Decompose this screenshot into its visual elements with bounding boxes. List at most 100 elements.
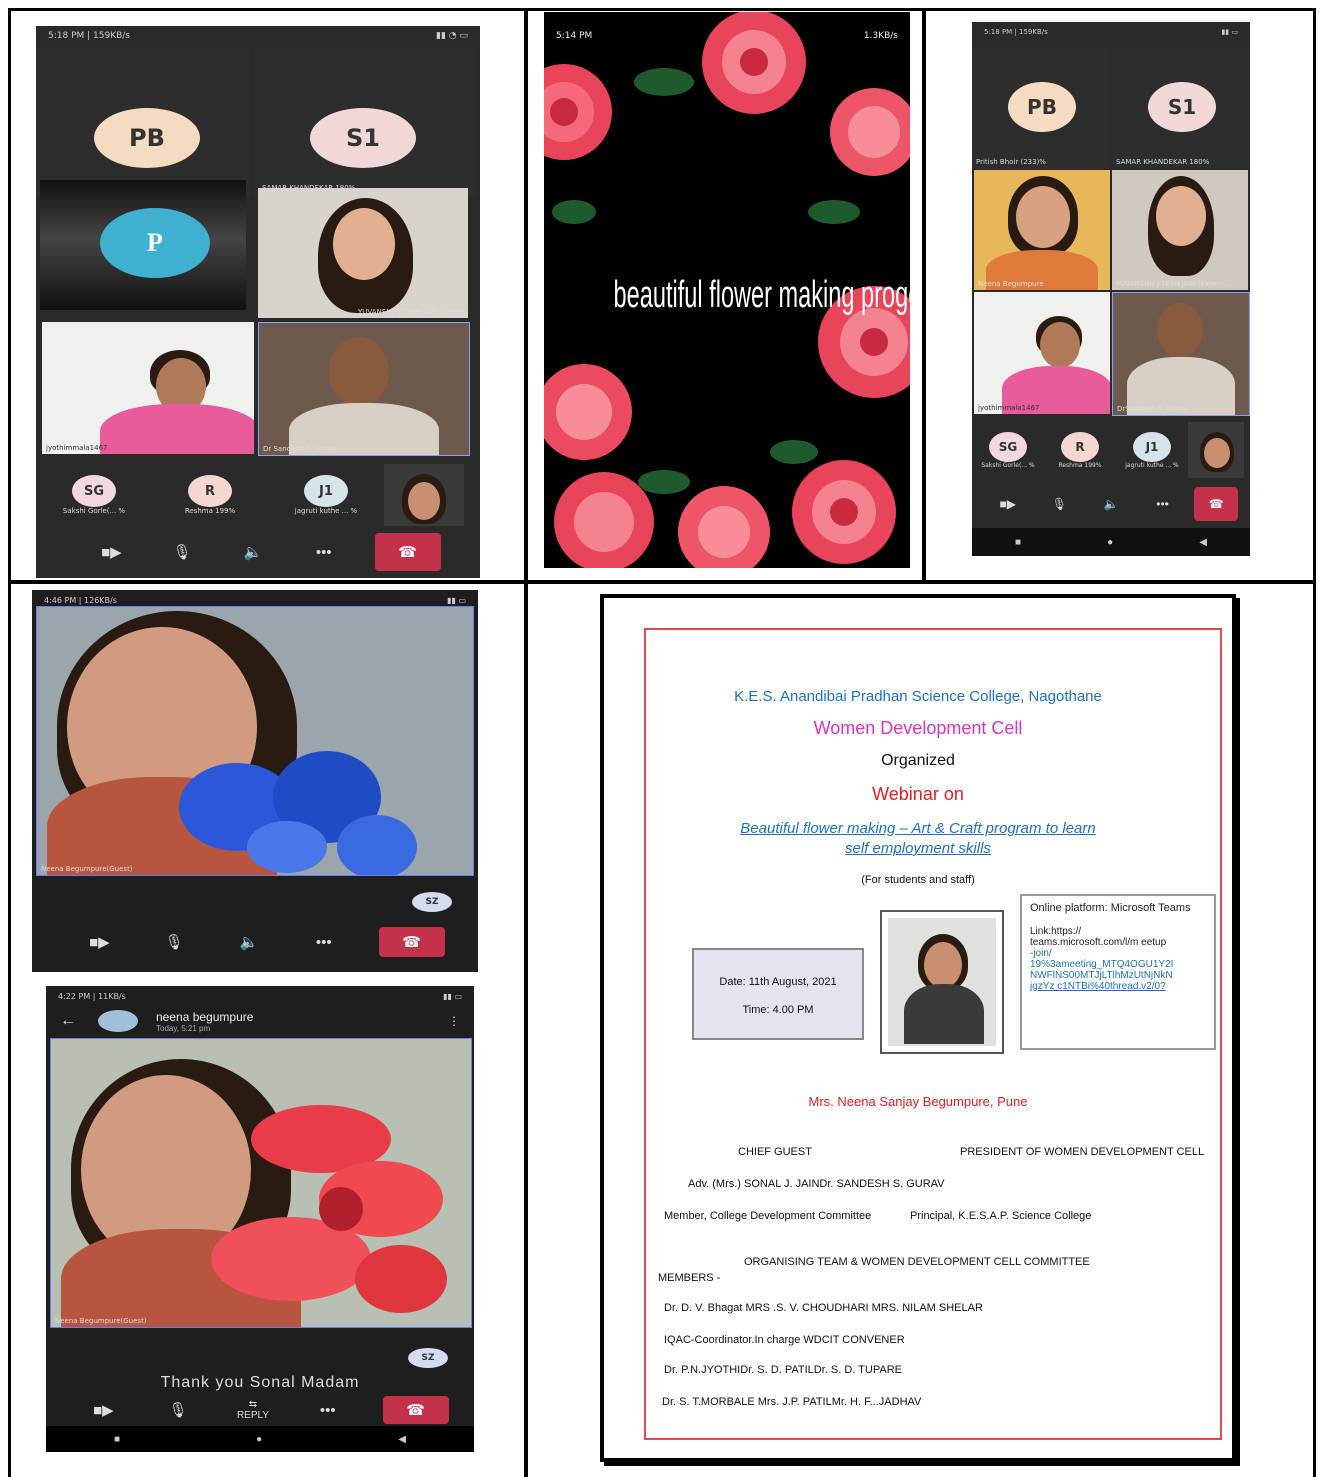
participant-tile-pb[interactable]: PB Pritish Bhoir (233)% [972, 48, 1110, 168]
blue-balloon-flower [179, 751, 417, 875]
back-icon[interactable]: ◀ [398, 1434, 406, 1445]
avatar: J1 [1133, 431, 1171, 462]
hang-up-button[interactable]: ☎ [374, 533, 441, 571]
link-line[interactable]: 19%3ameeting_MTQ4OGU1Y2I [1030, 959, 1208, 970]
organized-label: Organized [881, 752, 955, 769]
reply-button[interactable]: ⇆ REPLY [233, 1395, 273, 1425]
participant-name: Neena Begumpure(Guest) [55, 1317, 147, 1325]
grid-border-top [8, 8, 1316, 11]
camera-off-icon[interactable]: ■▶ [83, 1395, 123, 1425]
status-bar: 5:18 PM | 159KB/s ▮▮ ◔ ▭ [36, 26, 480, 46]
microphone-icon[interactable]: 🎙 [162, 537, 202, 567]
more-options-icon[interactable]: ••• [304, 537, 344, 567]
speaker-icon[interactable]: 🔈 [233, 537, 273, 567]
participant-name: jagruti kuthe ... % [1125, 461, 1179, 469]
status-time: 4:46 PM | 126KB/s [44, 595, 117, 605]
grid-border-left [8, 8, 11, 1477]
participant-tile-s1[interactable]: S1 SAMAR KHANDEKAR 180% [1112, 48, 1250, 168]
avatar: S1 [310, 108, 416, 168]
hang-up-button[interactable]: ☎ [1194, 487, 1239, 521]
webinar-poster: K.E.S. Anandibai Pradhan Science College… [600, 594, 1236, 1462]
participant-j1[interactable]: J1 jagruti kuthe ... % [1116, 431, 1188, 469]
participant-tile-pb[interactable]: PB [36, 48, 250, 198]
call-controls: ■▶ 🎙 ⇆ REPLY ••• ☎ [66, 1394, 466, 1426]
video-tile-neena-main[interactable]: Neena Begumpure(Guest) [50, 1038, 472, 1328]
participant-sg[interactable]: SG Sakshi Gorle(... % [972, 431, 1044, 469]
camera-icon[interactable]: ■▶ [988, 489, 1028, 519]
platform-box: Online platform: Microsoft Teams Link:ht… [1020, 894, 1216, 1050]
member-line: Dr. D. V. Bhagat MRS .S. V. CHOUDHARI MR… [664, 1302, 983, 1314]
grid-row-divider [8, 580, 1316, 584]
self-avatar[interactable]: SZ [408, 1348, 448, 1368]
participant-tile-s1[interactable]: S1 SAMAR KHANDEKAR 180% [254, 48, 476, 198]
self-view-tile[interactable]: P [40, 180, 246, 310]
video-tile-yuvanshu[interactable]: YUVANSHU JITESH JAIN (Extern... [258, 188, 468, 318]
webinar-label: Webinar on [872, 784, 964, 804]
platform-text: Online platform: Microsoft Teams [1030, 902, 1191, 914]
recent-apps-icon[interactable]: ■ [1015, 537, 1021, 548]
video-tile-neena[interactable]: Neena Begumpure [974, 170, 1110, 290]
more-options-icon[interactable]: ••• [308, 1395, 348, 1425]
speaker-icon[interactable]: 🔈 [1091, 489, 1131, 519]
avatar: PB [1008, 82, 1076, 132]
recent-apps-icon[interactable]: ■ [114, 1434, 120, 1445]
link-line[interactable]: -join/ [1030, 948, 1208, 959]
microphone-off-icon[interactable]: 🎙 [158, 1395, 198, 1425]
status-icons: ▮▮ ▭ [1221, 28, 1238, 36]
link-line: teams.microsoft.com/l/m eetup [1030, 937, 1167, 948]
red-paper-flower [211, 1105, 447, 1313]
participant-strip: SG Sakshi Gorle(... % R Reshma 199% J1 j… [972, 422, 1250, 478]
camera-off-icon[interactable]: ■▶ [79, 927, 119, 957]
more-options-icon[interactable]: ••• [304, 927, 344, 957]
home-icon[interactable]: ● [1107, 537, 1113, 548]
teams-call-screen-1: 5:18 PM | 159KB/s ▮▮ ◔ ▭ PB S1 SAMAR KHAN… [36, 26, 480, 578]
college-name: K.E.S. Anandibai Pradhan Science College… [734, 688, 1102, 705]
hang-up-button[interactable]: ☎ [378, 927, 445, 957]
avatar: SG [989, 431, 1027, 462]
participant-name: Sakshi Gorle(... % [62, 507, 126, 515]
participant-name: Sakshi Gorle(... % [981, 461, 1035, 469]
link-line[interactable]: NWFlNS00MTJjLTlhMzUtNjNkN [1030, 970, 1208, 981]
self-preview[interactable] [384, 464, 464, 526]
person-face [408, 482, 440, 520]
avatar: PB [94, 108, 200, 168]
caption-text: Thank you Sonal Madam [160, 1374, 360, 1391]
microphone-off-icon[interactable]: 🎙 [154, 927, 194, 957]
android-nav-bar: ■ ● ◀ [46, 1426, 474, 1452]
back-arrow-icon[interactable]: ← [60, 1012, 76, 1030]
back-icon[interactable]: ◀ [1199, 537, 1207, 548]
participant-sg[interactable]: SG Sakshi Gorle(... % [36, 475, 152, 515]
grid-col-divider-2 [922, 8, 926, 584]
participant-name: Pritish Bhoir (233)% [976, 158, 1046, 166]
participant-name: YUVANSHU JITESH JAIN (Extern... [358, 308, 468, 316]
participant-j1[interactable]: J1 jagruti kuthe ... % [268, 475, 384, 515]
video-tile-gurav[interactable]: Dr Sandesh S. Gurav [258, 322, 470, 456]
participant-r[interactable]: R Reshma 199% [1044, 431, 1116, 469]
more-options-icon[interactable]: ••• [1143, 489, 1183, 519]
self-avatar[interactable]: SZ [412, 892, 452, 912]
home-icon[interactable]: ● [256, 1434, 262, 1445]
speaker-off-icon[interactable]: 🔈 [229, 927, 269, 957]
call-controls: ■▶ 🎙 🔈 ••• ☎ [76, 532, 456, 572]
more-vertical-icon[interactable]: ⋮ [448, 1014, 460, 1028]
video-tile-yuvanshu[interactable]: YUVANSHU JITESH JAIN (Extern... [1112, 170, 1248, 290]
video-tile-jyothi[interactable]: jyothimmala1467 [974, 292, 1110, 414]
video-tile-jyothi[interactable]: jyothimmala1467 [42, 322, 254, 454]
avatar: P [100, 208, 210, 278]
link-line[interactable]: jgzYz c1NTBi%40thread.v2/0? [1030, 981, 1208, 992]
call-controls: ■▶ 🎙 🔈 ••• ☎ [62, 924, 462, 960]
participant-r[interactable]: R Reshma 199% [152, 475, 268, 515]
teams-call-screen-3: 4:46 PM | 126KB/s ▮▮ ▭ Neena Begumpure(Gu… [32, 590, 478, 972]
video-tile-neena-main[interactable]: Neena Begumpure(Guest) [36, 606, 474, 876]
participant-name: jyothimmala1467 [978, 404, 1040, 412]
member-line: Dr. P.N.JYOTHIDr. S. D. PATILDr. S. D. T… [664, 1364, 902, 1376]
hang-up-button[interactable]: ☎ [382, 1396, 449, 1424]
participant-name: YUVANSHU JITESH JAIN (Extern... [1116, 280, 1231, 288]
speaker-photo-frame [888, 918, 996, 1046]
microphone-icon[interactable]: 🎙 [1039, 489, 1079, 519]
camera-icon[interactable]: ■▶ [91, 537, 131, 567]
self-preview[interactable] [1188, 422, 1244, 478]
video-tile-gurav[interactable]: DrSandesh S. Gurav [1112, 292, 1250, 416]
member-line: IQAC-Coordinator.In charge WDCIT CONVENE… [664, 1334, 905, 1346]
avatar: S1 [1148, 82, 1216, 132]
